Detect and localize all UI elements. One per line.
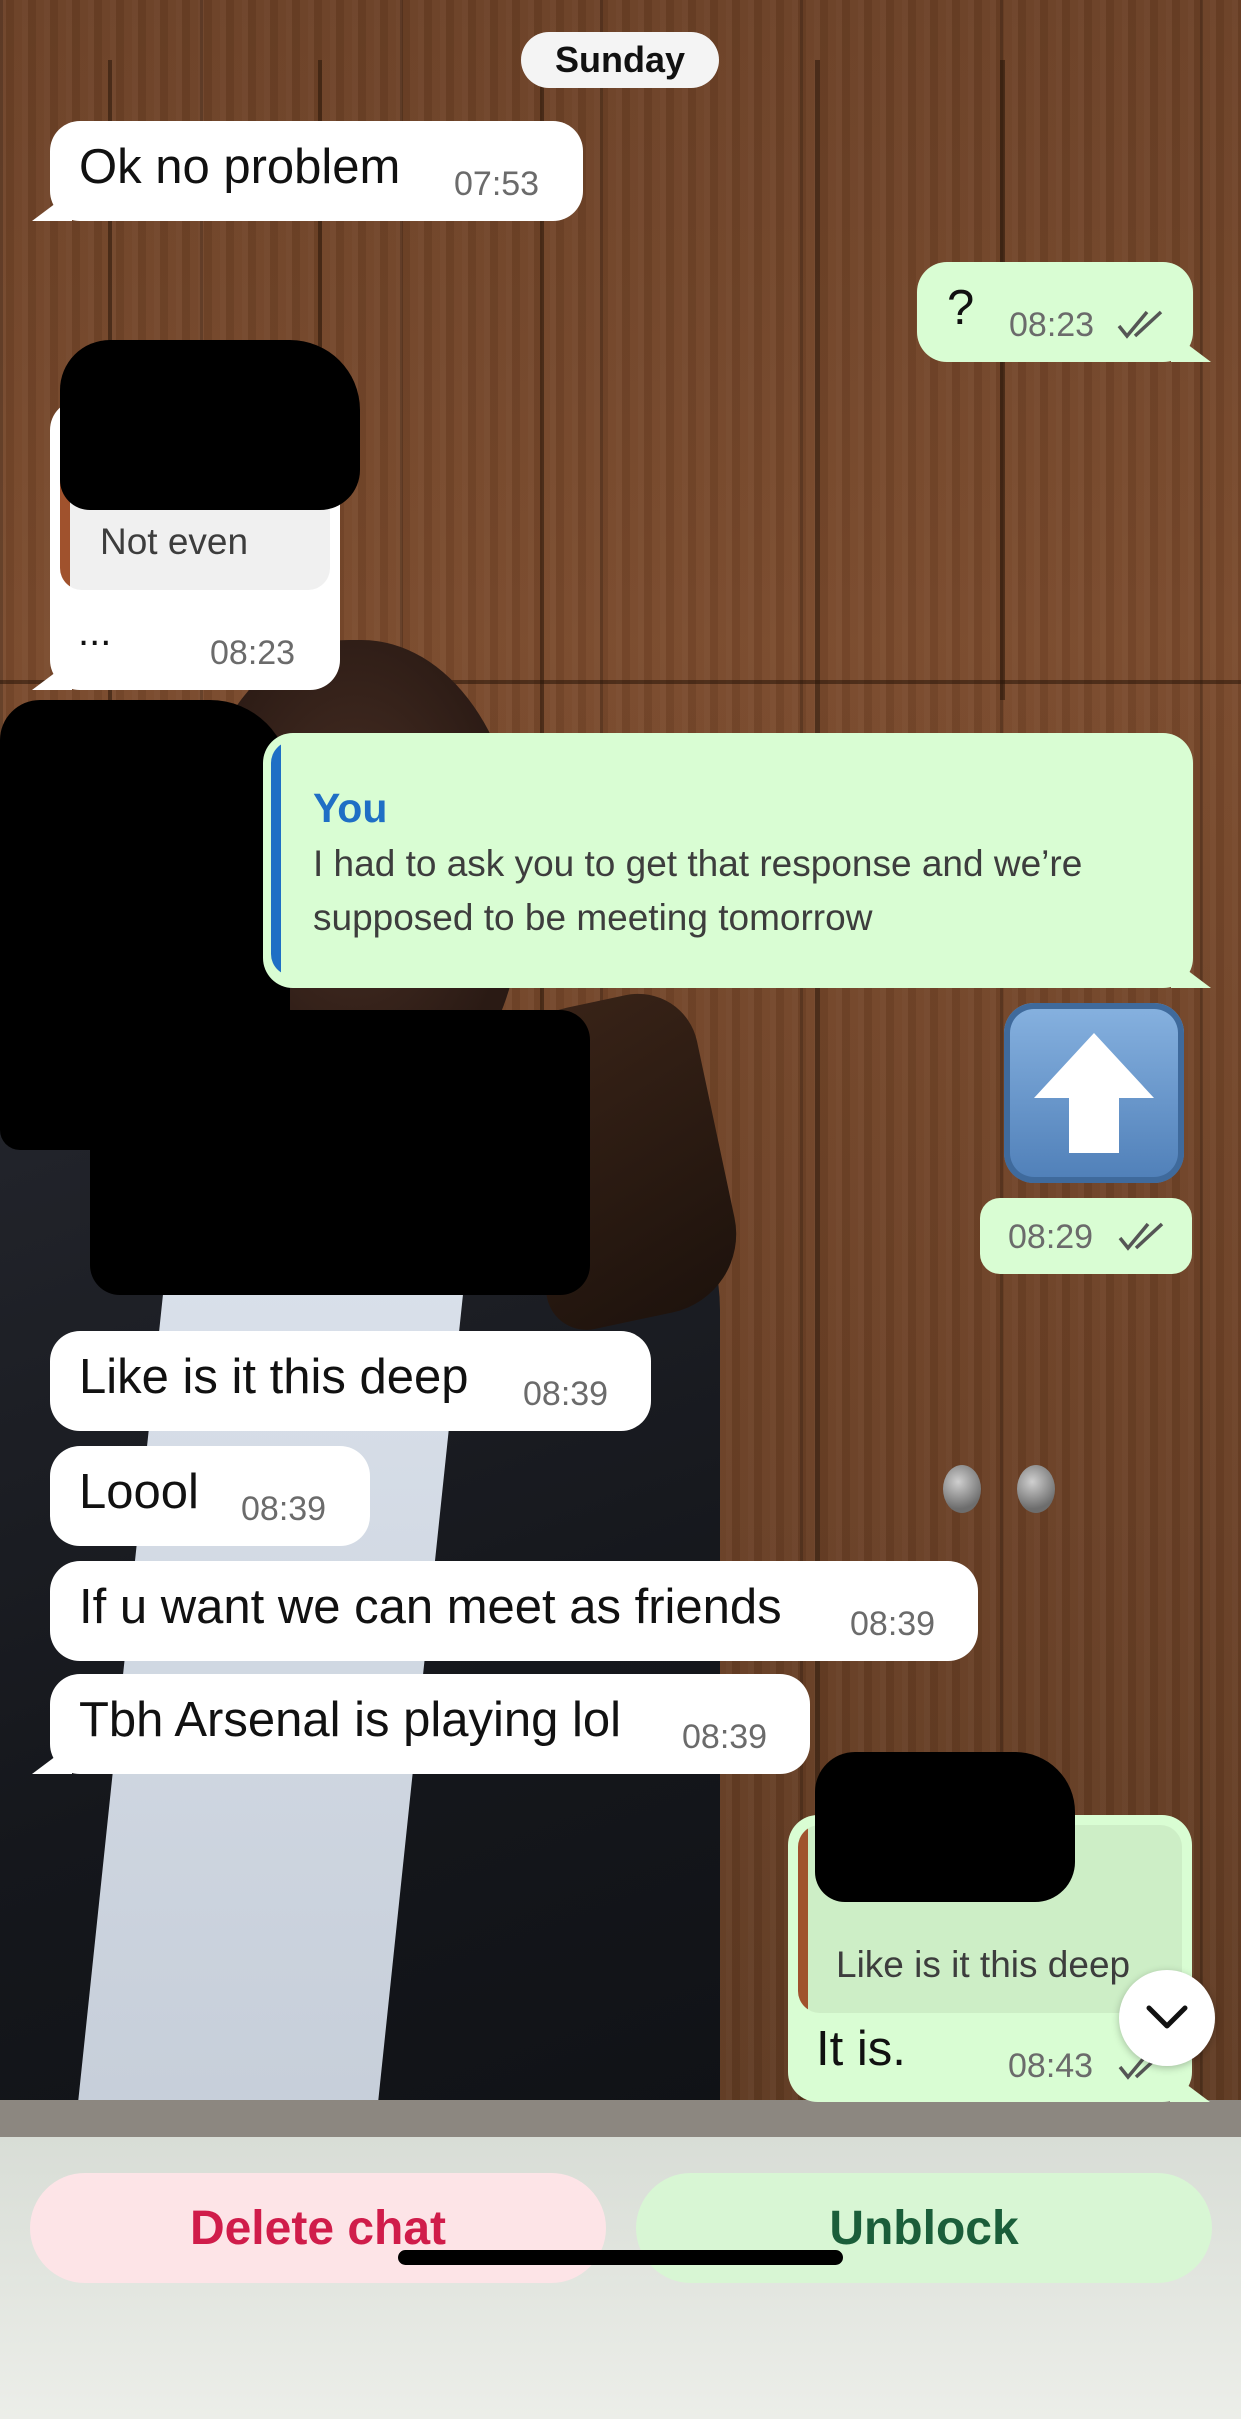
message-bubble-incoming[interactable]: If u want we can meet as friends 08:39 — [50, 1561, 978, 1661]
message-bubble-outgoing[interactable]: You I had to ask you to get that respons… — [263, 733, 1193, 988]
home-indicator[interactable] — [398, 2250, 843, 2265]
quoted-text: Like is it this deep — [836, 1944, 1131, 1985]
message-text: Like is it this deep — [79, 1350, 469, 1404]
message-time: 08:23 — [1009, 306, 1095, 344]
double-check-icon — [1118, 1222, 1164, 1251]
unblock-button[interactable]: Unblock — [636, 2173, 1212, 2283]
scroll-to-bottom-button[interactable] — [1119, 1970, 1215, 2066]
message-text: It is. — [816, 2022, 906, 2076]
quote-accent-bar — [271, 741, 281, 976]
message-time: 07:53 — [454, 165, 540, 203]
message-bubble-incoming[interactable]: Like is it this deep 08:39 — [50, 1331, 651, 1431]
message-time: 08:29 — [1008, 1218, 1094, 1256]
message-time-pill: 08:29 — [980, 1198, 1192, 1274]
message-text: ? — [947, 281, 975, 335]
quoted-message[interactable]: You I had to ask you to get that respons… — [271, 741, 1185, 976]
message-time: 08:23 — [210, 634, 296, 672]
message-time: 08:39 — [850, 1605, 936, 1643]
message-time: 08:39 — [241, 1490, 327, 1528]
message-text: Tbh Arsenal is playing lol — [79, 1693, 622, 1747]
message-bubble-outgoing[interactable]: ? 08:23 — [917, 262, 1193, 362]
double-check-icon — [1117, 310, 1163, 339]
quoted-text: Not even — [100, 521, 249, 562]
blocked-contact-footer: Delete chat Unblock — [0, 2137, 1241, 2419]
message-bubble-incoming[interactable]: Loool 08:39 — [50, 1446, 370, 1546]
message-list[interactable]: Sunday Ok no problem 07:53 ? 08:23 Not e… — [0, 0, 1241, 2137]
up-arrow-emoji[interactable] — [1004, 1003, 1184, 1183]
message-time: 08:43 — [1008, 2047, 1094, 2085]
message-time: 08:39 — [682, 1718, 768, 1756]
message-bubble-incoming[interactable]: Ok no problem 07:53 — [50, 121, 583, 221]
quoted-author: You — [313, 785, 388, 831]
date-separator: Sunday — [521, 32, 719, 88]
quote-accent-bar — [798, 1825, 808, 2013]
chevron-down-icon — [1146, 2005, 1188, 2029]
up-arrow-icon — [1034, 1033, 1154, 1153]
message-text: ... — [78, 610, 112, 654]
message-text: If u want we can meet as friends — [79, 1580, 782, 1634]
message-text: Ok no problem — [79, 140, 401, 194]
delete-chat-button[interactable]: Delete chat — [30, 2173, 606, 2283]
message-time: 08:39 — [523, 1375, 609, 1413]
message-text: Loool — [79, 1465, 199, 1519]
message-bubble-incoming[interactable]: Tbh Arsenal is playing lol 08:39 — [50, 1674, 810, 1774]
quoted-text: I had to ask you to get that response an… — [313, 843, 1083, 938]
